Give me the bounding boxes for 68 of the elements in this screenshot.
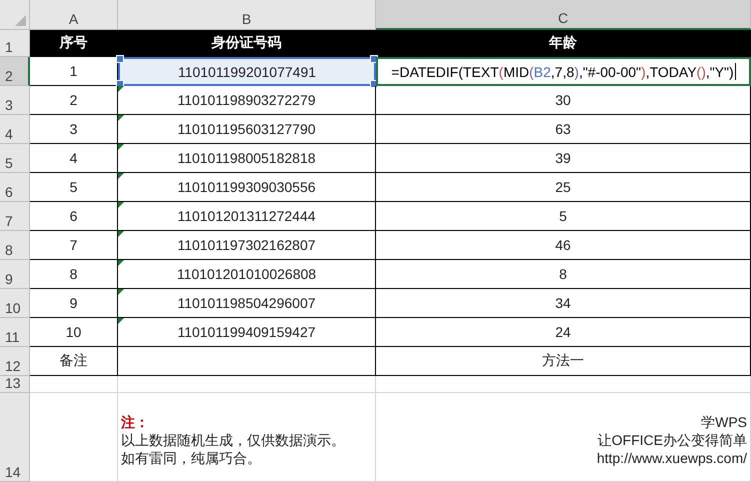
row-number[interactable]: 8 bbox=[5, 242, 13, 258]
table-cell: 9 bbox=[70, 295, 78, 311]
table-cell: 5 bbox=[70, 179, 78, 195]
credit-text: 让OFFICE办公变得简单 bbox=[598, 431, 747, 449]
row-number[interactable]: 14 bbox=[5, 464, 21, 480]
row-number[interactable]: 9 bbox=[5, 271, 13, 287]
formula-token: MID bbox=[503, 64, 530, 80]
table-cell: 110101199309030556 bbox=[177, 179, 316, 195]
table-cell: 1 bbox=[70, 63, 78, 79]
formula-input[interactable]: =DATEDIF(TEXT(MID(B2,7,8),"#-00-00"),TODAY(),"Y") bbox=[376, 57, 751, 86]
table-cell: 7 bbox=[70, 237, 78, 253]
table-cell: 方法一 bbox=[542, 352, 584, 370]
table-cell: 5 bbox=[559, 208, 567, 224]
formula-token: () bbox=[696, 64, 706, 80]
note-text: 如有雷同，纯属巧合。 bbox=[121, 449, 261, 467]
formula-token: ( bbox=[529, 64, 534, 80]
table-cell: 8 bbox=[70, 266, 78, 282]
table-cell: 25 bbox=[555, 179, 571, 195]
table-cell: 110101201010026808 bbox=[176, 266, 316, 282]
selected-cell[interactable]: 110101199201077491 bbox=[118, 57, 376, 86]
table-cell: 46 bbox=[555, 237, 571, 253]
table-cell: 110101197302162807 bbox=[177, 237, 316, 253]
credit-text: http://www.xuewps.com/ bbox=[596, 449, 747, 467]
table-cell: 24 bbox=[555, 324, 571, 340]
row-number[interactable]: 2 bbox=[5, 68, 13, 84]
table-cell: 30 bbox=[555, 92, 571, 108]
row-number[interactable]: 5 bbox=[5, 155, 13, 171]
table-cell: 110101198504296007 bbox=[177, 295, 316, 311]
row-number[interactable]: 6 bbox=[5, 184, 13, 200]
table-cell: 110101201311272444 bbox=[177, 208, 316, 224]
table-cell: 4 bbox=[70, 150, 78, 166]
formula-token: ) bbox=[574, 64, 579, 80]
table-cell: 110101198903272279 bbox=[177, 92, 316, 108]
table-cell: 备注 bbox=[60, 352, 88, 370]
table-cell: 63 bbox=[555, 121, 571, 137]
row-number[interactable]: 7 bbox=[5, 213, 13, 229]
note-text: 以上数据随机生成，仅供数据演示。 bbox=[121, 431, 345, 449]
table-cell: 110101198005182818 bbox=[177, 150, 316, 166]
table-cell: 8 bbox=[559, 266, 567, 282]
table-cell: 2 bbox=[70, 92, 78, 108]
column-letter[interactable]: C bbox=[558, 10, 568, 26]
row-number[interactable]: 3 bbox=[5, 97, 13, 113]
table-cell: 110101199409159427 bbox=[177, 324, 316, 340]
formula-token: =DATEDIF(TEXT bbox=[391, 64, 499, 80]
row-number[interactable]: 4 bbox=[5, 126, 13, 142]
column-letter[interactable]: B bbox=[242, 11, 252, 27]
formula-token: ) bbox=[729, 64, 734, 80]
formula-token: B2 bbox=[534, 64, 551, 80]
formula-token: ,"Y" bbox=[706, 64, 730, 80]
column-heading: 序号 bbox=[60, 34, 88, 52]
formula-token: ,"#-00-00" bbox=[578, 64, 642, 80]
formula-token: ) bbox=[641, 64, 646, 80]
column-heading: 身份证号码 bbox=[212, 34, 282, 52]
selection-handle[interactable] bbox=[116, 55, 124, 63]
table-cell: 3 bbox=[70, 121, 78, 137]
column-heading: 年龄 bbox=[549, 34, 577, 52]
column-letter[interactable]: A bbox=[68, 11, 78, 27]
table-cell: 39 bbox=[555, 150, 571, 166]
row-number[interactable]: 1 bbox=[5, 39, 13, 55]
table-cell: 110101195603127790 bbox=[177, 121, 316, 137]
credit-text: 学WPS bbox=[701, 413, 747, 431]
table-cell: 6 bbox=[70, 208, 78, 224]
formula-token: ( bbox=[498, 64, 504, 80]
table-cell: 10 bbox=[66, 324, 82, 340]
table-cell: 34 bbox=[555, 295, 571, 311]
formula-token: ,TODAY bbox=[646, 64, 697, 80]
formula-token: ,7,8 bbox=[550, 64, 574, 80]
note-title: 注： bbox=[121, 413, 149, 431]
